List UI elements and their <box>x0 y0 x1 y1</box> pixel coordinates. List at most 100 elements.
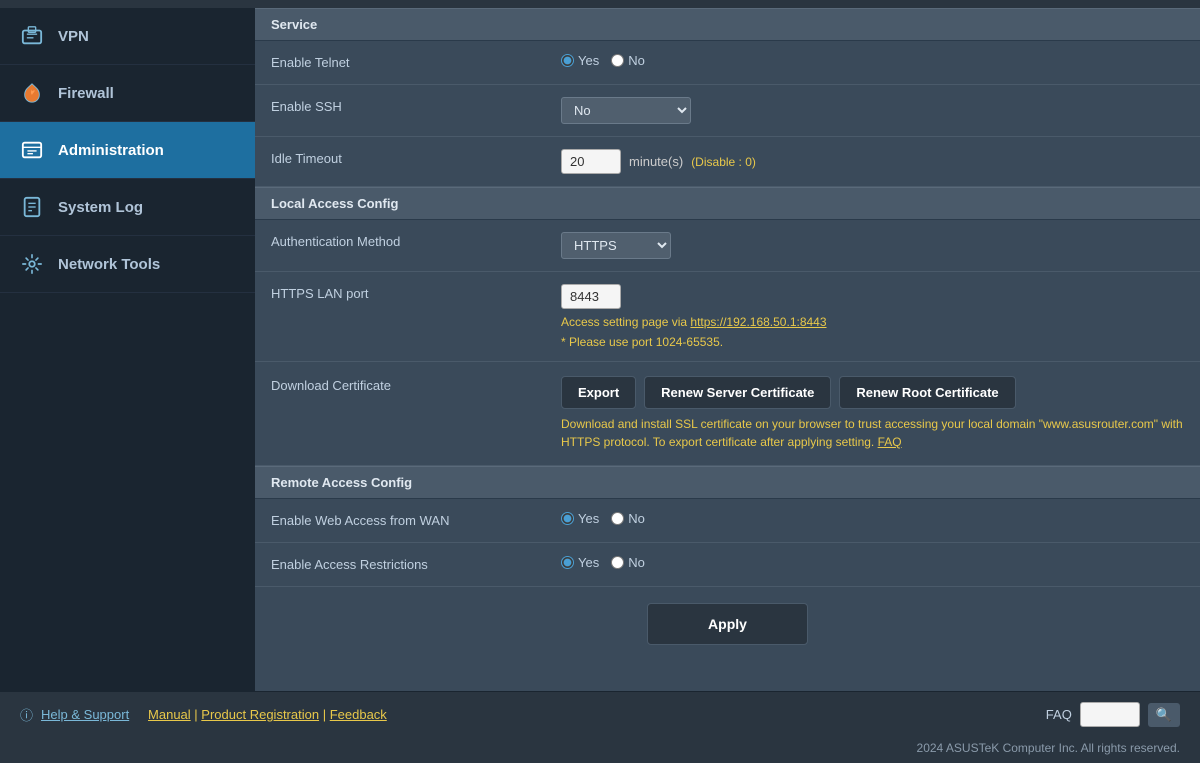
enable-access-restrictions-yes-text: Yes <box>578 555 599 570</box>
enable-access-restrictions-radio-group: Yes No <box>561 555 1184 570</box>
sidebar-item-firewall[interactable]: Firewall <box>0 65 255 122</box>
download-cert-faq-link[interactable]: FAQ <box>878 435 902 449</box>
auth-method-label: Authentication Method <box>271 232 561 249</box>
footer-links: Manual | Product Registration | Feedback <box>137 707 387 722</box>
sidebar-item-label-system-log: System Log <box>58 199 143 216</box>
footer-faq: FAQ 🔍 <box>1046 702 1180 727</box>
enable-ssh-select[interactable]: No Yes <box>561 97 691 124</box>
log-icon <box>18 193 46 221</box>
enable-telnet-no-label[interactable]: No <box>611 53 645 68</box>
footer-copyright: 2024 ASUSTeK Computer Inc. All rights re… <box>0 737 1200 763</box>
apply-button[interactable]: Apply <box>647 603 808 645</box>
footer-left: ⓘ Help & Support Manual | Product Regist… <box>20 705 387 724</box>
enable-ssh-label: Enable SSH <box>271 97 561 114</box>
https-lan-port-access-hint: Access setting page via https://192.168.… <box>561 315 1184 329</box>
sidebar-item-label-firewall: Firewall <box>58 85 114 102</box>
product-registration-link[interactable]: Product Registration <box>201 707 319 722</box>
enable-access-restrictions-no-radio[interactable] <box>611 556 624 569</box>
idle-timeout-value: minute(s) (Disable : 0) <box>561 149 1184 174</box>
local-access-section: Local Access Config Authentication Metho… <box>255 187 1200 466</box>
enable-ssh-value: No Yes <box>561 97 1184 124</box>
enable-telnet-label: Enable Telnet <box>271 53 561 70</box>
enable-telnet-yes-radio[interactable] <box>561 54 574 67</box>
export-button[interactable]: Export <box>561 376 636 409</box>
help-support-icon: ⓘ <box>20 705 33 724</box>
remote-access-section-header: Remote Access Config <box>255 466 1200 499</box>
footer-separator-2: | <box>323 707 330 722</box>
idle-timeout-controls: minute(s) (Disable : 0) <box>561 149 1184 174</box>
https-lan-port-access-text: Access setting page via <box>561 315 690 329</box>
auth-method-value: HTTPS HTTP Both <box>561 232 1184 259</box>
renew-server-cert-button[interactable]: Renew Server Certificate <box>644 376 831 409</box>
enable-web-access-radio-group: Yes No <box>561 511 1184 526</box>
enable-telnet-yes-text: Yes <box>578 53 599 68</box>
idle-timeout-unit: minute(s) <box>629 154 683 169</box>
idle-timeout-row: Idle Timeout minute(s) (Disable : 0) <box>255 137 1200 187</box>
enable-access-restrictions-value: Yes No <box>561 555 1184 570</box>
download-cert-label: Download Certificate <box>271 376 561 393</box>
enable-web-access-yes-label[interactable]: Yes <box>561 511 599 526</box>
download-cert-info: Download and install SSL certificate on … <box>561 415 1184 451</box>
https-lan-port-value: Access setting page via https://192.168.… <box>561 284 1184 349</box>
main-content: Service Enable Telnet Yes No <box>255 8 1200 691</box>
local-access-section-header: Local Access Config <box>255 187 1200 220</box>
admin-icon <box>18 136 46 164</box>
service-section-header: Service <box>255 8 1200 41</box>
download-cert-row: Download Certificate Export Renew Server… <box>255 362 1200 466</box>
sidebar-item-network-tools[interactable]: Network Tools <box>0 236 255 293</box>
vpn-icon <box>18 22 46 50</box>
download-cert-value: Export Renew Server Certificate Renew Ro… <box>561 376 1184 451</box>
enable-access-restrictions-no-label[interactable]: No <box>611 555 645 570</box>
enable-telnet-no-radio[interactable] <box>611 54 624 67</box>
remote-access-section: Remote Access Config Enable Web Access f… <box>255 466 1200 587</box>
manual-link[interactable]: Manual <box>148 707 191 722</box>
enable-web-access-no-label[interactable]: No <box>611 511 645 526</box>
renew-root-cert-button[interactable]: Renew Root Certificate <box>839 376 1015 409</box>
enable-telnet-row: Enable Telnet Yes No <box>255 41 1200 85</box>
sidebar-item-system-log[interactable]: System Log <box>0 179 255 236</box>
https-lan-port-label: HTTPS LAN port <box>271 284 561 301</box>
sidebar-item-label-network-tools: Network Tools <box>58 256 160 273</box>
faq-search-input[interactable] <box>1080 702 1140 727</box>
https-lan-port-input[interactable] <box>561 284 621 309</box>
enable-web-access-yes-radio[interactable] <box>561 512 574 525</box>
enable-ssh-row: Enable SSH No Yes <box>255 85 1200 137</box>
enable-web-access-label: Enable Web Access from WAN <box>271 511 561 528</box>
firewall-icon <box>18 79 46 107</box>
enable-telnet-yes-label[interactable]: Yes <box>561 53 599 68</box>
enable-access-restrictions-yes-radio[interactable] <box>561 556 574 569</box>
enable-telnet-value: Yes No <box>561 53 1184 68</box>
service-section: Service Enable Telnet Yes No <box>255 8 1200 187</box>
idle-timeout-label: Idle Timeout <box>271 149 561 166</box>
enable-web-access-no-text: No <box>628 511 645 526</box>
https-lan-port-link[interactable]: https://192.168.50.1:8443 <box>690 315 826 329</box>
idle-timeout-input[interactable] <box>561 149 621 174</box>
https-lan-port-row: HTTPS LAN port Access setting page via h… <box>255 272 1200 362</box>
enable-access-restrictions-yes-label[interactable]: Yes <box>561 555 599 570</box>
tools-icon <box>18 250 46 278</box>
download-cert-buttons: Export Renew Server Certificate Renew Ro… <box>561 376 1184 409</box>
help-support-link[interactable]: Help & Support <box>41 707 129 722</box>
apply-section: Apply <box>255 587 1200 661</box>
auth-method-select[interactable]: HTTPS HTTP Both <box>561 232 671 259</box>
enable-telnet-radio-group: Yes No <box>561 53 1184 68</box>
faq-search-button[interactable]: 🔍 <box>1148 703 1180 727</box>
enable-web-access-no-radio[interactable] <box>611 512 624 525</box>
enable-telnet-no-text: No <box>628 53 645 68</box>
sidebar-item-vpn[interactable]: VPN <box>0 8 255 65</box>
auth-method-row: Authentication Method HTTPS HTTP Both <box>255 220 1200 272</box>
enable-access-restrictions-no-text: No <box>628 555 645 570</box>
enable-web-access-row: Enable Web Access from WAN Yes No <box>255 499 1200 543</box>
sidebar-item-label-administration: Administration <box>58 142 164 159</box>
enable-access-restrictions-row: Enable Access Restrictions Yes No <box>255 543 1200 587</box>
https-lan-port-hint: * Please use port 1024-65535. <box>561 335 1184 349</box>
idle-timeout-hint: (Disable : 0) <box>691 155 756 169</box>
sidebar: VPN Firewall Administration <box>0 8 255 691</box>
sidebar-item-label-vpn: VPN <box>58 28 89 45</box>
enable-access-restrictions-label: Enable Access Restrictions <box>271 555 561 572</box>
enable-web-access-yes-text: Yes <box>578 511 599 526</box>
sidebar-item-administration[interactable]: Administration <box>0 122 255 179</box>
download-cert-info-text: Download and install SSL certificate on … <box>561 417 1183 449</box>
feedback-link[interactable]: Feedback <box>330 707 387 722</box>
footer: ⓘ Help & Support Manual | Product Regist… <box>0 691 1200 737</box>
